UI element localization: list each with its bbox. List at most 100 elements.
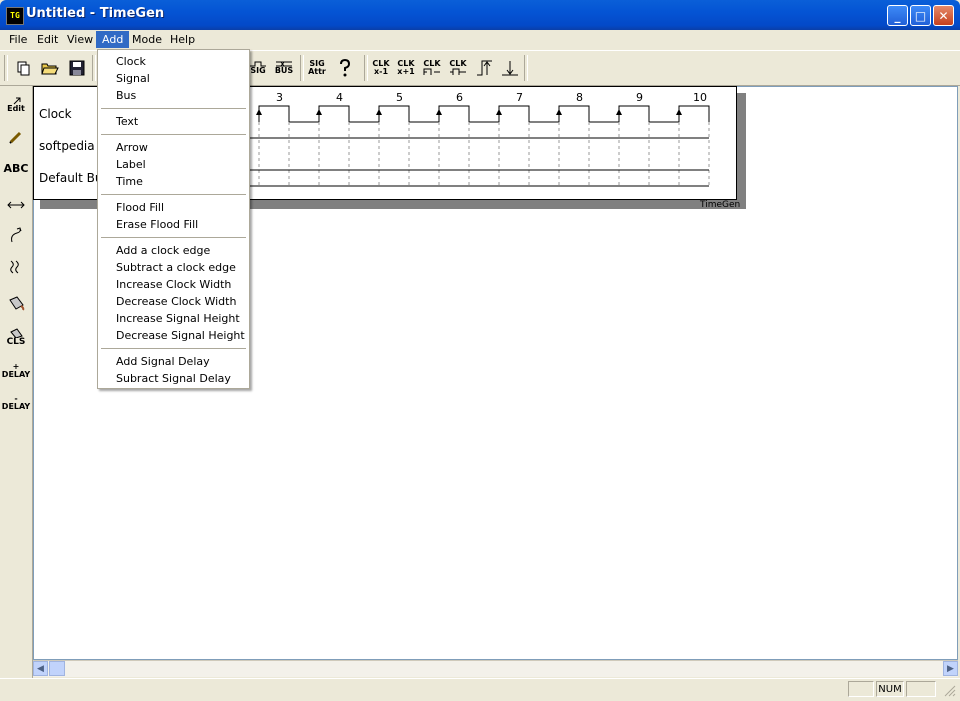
- add-menu-item-increase-signal-height[interactable]: Increase Signal Height: [116, 310, 240, 327]
- clock-cycle-number: 8: [576, 91, 583, 104]
- status-num-indicator: NUM: [876, 681, 904, 697]
- toolbar-signal-height-down-button[interactable]: [498, 56, 522, 80]
- toolbar-signal-attributes-button[interactable]: SIG Attr: [305, 56, 329, 80]
- left-toolbar: Edit ABC CLS + DELAY - DELAY: [0, 86, 33, 678]
- clock-edge-arrow: [556, 109, 562, 115]
- clk-narrow-label: CLK: [449, 59, 467, 68]
- help-icon: [340, 59, 351, 77]
- status-panel-blank-2: [906, 681, 936, 697]
- tool-flood-fill-button[interactable]: [4, 290, 28, 316]
- tool-text-button[interactable]: ABC: [3, 156, 29, 182]
- toolbar-new-button[interactable]: [11, 56, 35, 80]
- add-menu-item-signal[interactable]: Signal: [116, 70, 150, 87]
- add-menu-item-subract-signal-delay[interactable]: Subract Signal Delay: [116, 370, 231, 387]
- add-menu-item-add-a-clock-edge[interactable]: Add a clock edge: [116, 242, 210, 259]
- add-menu-item-add-signal-delay[interactable]: Add Signal Delay: [116, 353, 210, 370]
- toolbar-separator: [524, 55, 528, 81]
- menu-bar: File Edit View Add Mode Help: [0, 30, 960, 49]
- toolbar-add-bus-button[interactable]: BUS: [272, 56, 296, 80]
- add-menu-item-bus[interactable]: Bus: [116, 87, 136, 104]
- app-icon[interactable]: TG: [6, 7, 24, 25]
- new-file-icon: [17, 61, 30, 76]
- open-folder-icon: [41, 63, 59, 75]
- tool-add-delay-button[interactable]: + DELAY: [1, 358, 31, 384]
- tool-add-delay-label: + DELAY: [1, 362, 31, 379]
- toolbar-clk-widen-button[interactable]: CLK: [420, 56, 444, 80]
- toolbar-separator: [300, 55, 304, 81]
- clk-shift-right-label: CLK x+1: [397, 59, 415, 76]
- scroll-right-button[interactable]: ▶: [943, 661, 958, 676]
- clock-cycle-number: 5: [396, 91, 403, 104]
- menu-view[interactable]: View: [61, 31, 99, 48]
- save-icon: [69, 60, 85, 76]
- clock-edge-arrow: [616, 109, 622, 115]
- maximize-button[interactable]: □: [910, 5, 931, 26]
- clock-edge-arrow: [676, 109, 682, 115]
- toolbar-help-button[interactable]: [333, 56, 357, 80]
- clock-waveform: [258, 105, 710, 123]
- add-menu-item-label[interactable]: Label: [116, 156, 146, 173]
- minimize-button[interactable]: _: [887, 5, 908, 26]
- add-menu-item-text[interactable]: Text: [116, 113, 138, 130]
- clock-cycle-number: 6: [456, 91, 463, 104]
- toolbar-separator: [364, 55, 368, 81]
- add-menu-item-clock[interactable]: Clock: [116, 53, 146, 70]
- clk-widen-label: CLK: [423, 59, 441, 68]
- toolbar-clk-shift-left-button[interactable]: CLK x-1: [369, 56, 393, 80]
- clock-cycle-number: 9: [636, 91, 643, 104]
- clock-edge-arrow: [496, 109, 502, 115]
- add-menu-item-flood-fill[interactable]: Flood Fill: [116, 199, 164, 216]
- toolbar-separator: [92, 55, 96, 81]
- tool-break-button[interactable]: [4, 254, 28, 280]
- menu-file[interactable]: File: [3, 31, 33, 48]
- menu-add[interactable]: Add: [96, 31, 130, 48]
- horizontal-scrollbar[interactable]: ◀ ▶: [33, 660, 958, 677]
- status-bar: NUM: [0, 678, 960, 701]
- toolbar-save-button[interactable]: [65, 56, 89, 80]
- menu-edit[interactable]: Edit: [31, 31, 64, 48]
- toolbar-clk-narrow-button[interactable]: CLK: [446, 56, 470, 80]
- clock-edge-arrow: [376, 109, 382, 115]
- maximize-icon: □: [914, 9, 927, 23]
- menu-separator: [101, 194, 246, 196]
- tool-erase-fill-button[interactable]: CLS: [4, 324, 28, 350]
- menu-help[interactable]: Help: [164, 31, 201, 48]
- clock-cycle-number: 4: [336, 91, 343, 104]
- status-panel-blank: [848, 681, 874, 697]
- toolbar-signal-height-up-button[interactable]: [473, 56, 497, 80]
- tool-curve-button[interactable]: [4, 222, 28, 248]
- toolbar-open-button[interactable]: [38, 56, 62, 80]
- add-menu-item-increase-clock-width[interactable]: Increase Clock Width: [116, 276, 231, 293]
- add-menu-item-decrease-clock-width[interactable]: Decrease Clock Width: [116, 293, 236, 310]
- close-button[interactable]: ✕: [933, 5, 954, 26]
- minimize-icon: _: [894, 9, 901, 23]
- menu-mode[interactable]: Mode: [126, 31, 168, 48]
- clock-widen-icon: [423, 68, 440, 75]
- menu-separator: [101, 108, 246, 110]
- tool-edit-button[interactable]: Edit: [4, 92, 28, 118]
- add-signal-label: SIG: [250, 66, 266, 75]
- signal-down-icon: [502, 61, 518, 76]
- add-menu-item-subtract-a-clock-edge[interactable]: Subtract a clock edge: [116, 259, 236, 276]
- scroll-right-icon: ▶: [947, 664, 954, 674]
- scroll-left-button[interactable]: ◀: [33, 661, 48, 676]
- tool-arrow-button[interactable]: [4, 192, 28, 218]
- add-menu-item-erase-flood-fill[interactable]: Erase Flood Fill: [116, 216, 198, 233]
- scroll-left-icon: ◀: [37, 664, 44, 674]
- tool-sub-delay-button[interactable]: - DELAY: [2, 390, 30, 416]
- signal-attr-label: SIG Attr: [308, 59, 326, 76]
- add-menu-item-decrease-signal-height[interactable]: Decrease Signal Height: [116, 327, 245, 344]
- add-menu-item-arrow[interactable]: Arrow: [116, 139, 148, 156]
- curve-arrow-icon: [11, 227, 22, 243]
- tool-pencil-button[interactable]: [4, 124, 28, 150]
- toolbar-clk-shift-right-button[interactable]: CLK x+1: [394, 56, 418, 80]
- title-bar[interactable]: TG Untitled - TimeGen _ □ ✕: [0, 0, 960, 30]
- double-arrow-icon: [7, 201, 25, 209]
- menu-separator: [101, 348, 246, 350]
- add-menu-item-time[interactable]: Time: [116, 173, 143, 190]
- scroll-thumb[interactable]: [49, 661, 65, 676]
- signal-up-icon: [477, 60, 492, 76]
- resize-grip-icon[interactable]: [944, 685, 956, 697]
- pencil-icon: [9, 131, 22, 144]
- tool-text-label: ABC: [3, 162, 29, 175]
